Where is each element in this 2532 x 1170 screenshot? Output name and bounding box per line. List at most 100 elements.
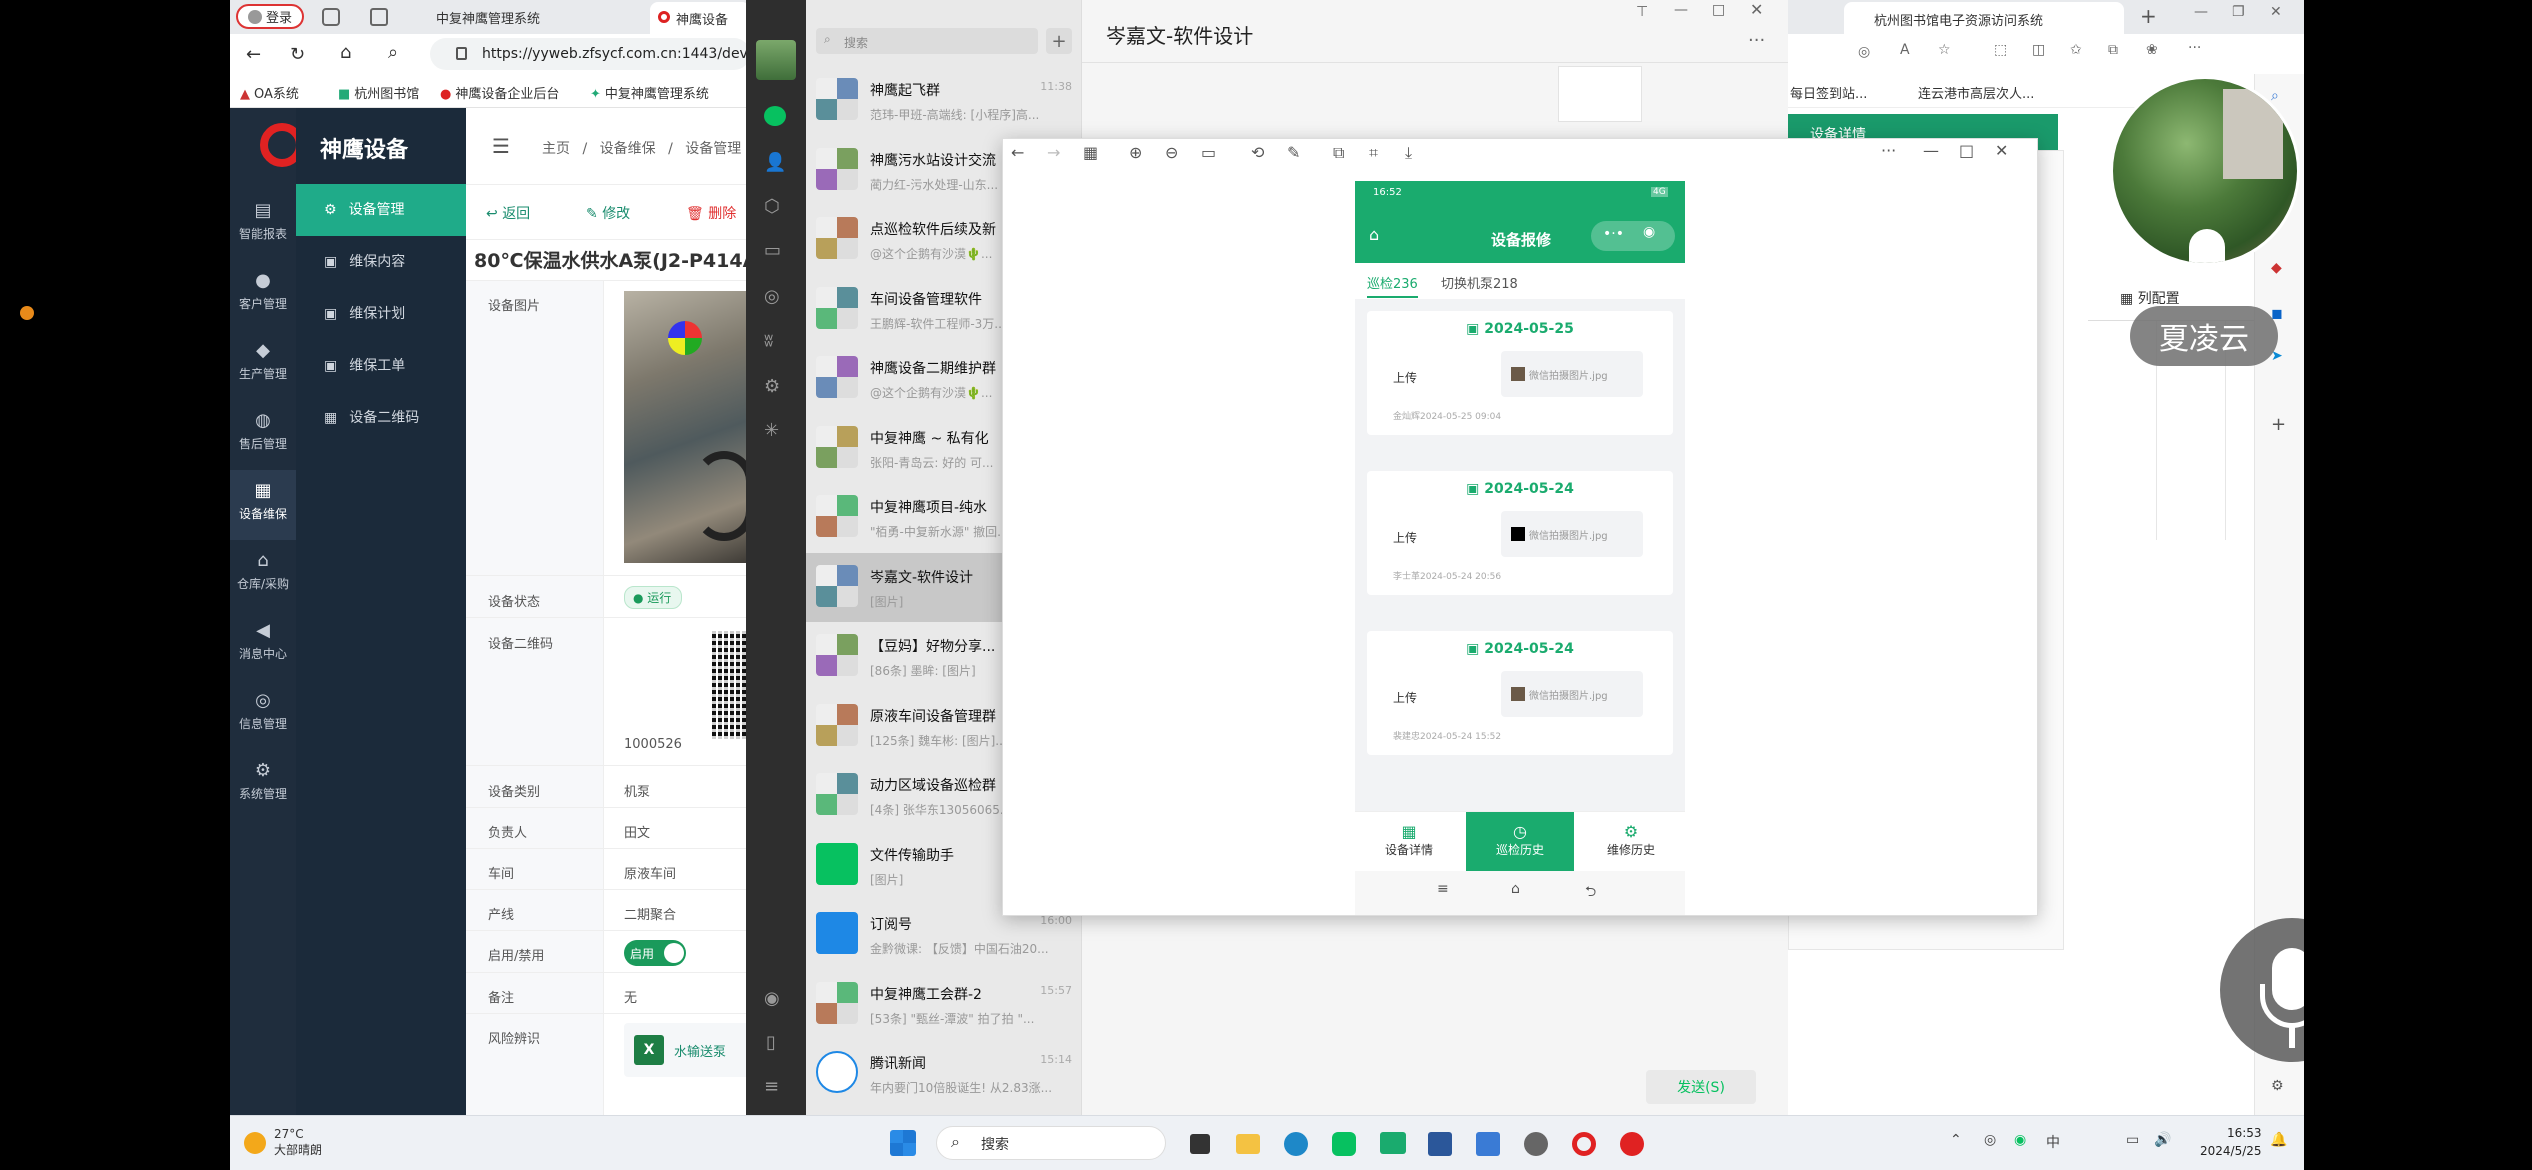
home-icon[interactable]: ⌂ [340, 42, 351, 63]
submenu-item-3[interactable]: ▣ 维保工单 [296, 340, 466, 392]
tab-actions-icon[interactable] [370, 8, 388, 26]
menu-icon[interactable]: ≡ [764, 1076, 779, 1097]
scan-icon[interactable]: ⌗ [1369, 143, 1378, 163]
breadcrumb-home[interactable]: 主页 [542, 141, 570, 157]
risk-file-link[interactable]: X 水输送泵 [624, 1023, 750, 1077]
taskbar-search[interactable]: ⌕ 搜索 [936, 1126, 1166, 1160]
browser-tab-2[interactable]: 神鹰设备 [650, 2, 750, 34]
zoom-out-icon[interactable]: ⊖ [1165, 143, 1178, 162]
breadcrumb-maintenance[interactable]: 设备维保 [600, 141, 656, 157]
split-icon[interactable]: ◫ [2032, 42, 2045, 58]
start-button[interactable] [890, 1130, 916, 1156]
clock[interactable]: 16:53 2024/5/25 [2200, 1124, 2262, 1160]
word-icon[interactable] [1428, 1132, 1452, 1156]
chat-list-item[interactable]: 中复神鹰工会群-2 [53条] "甄丝-潭波" 拍了拍 "... 15:57 [806, 970, 1082, 1040]
menu-toggle-icon[interactable]: ☰ [492, 134, 510, 158]
browser-tab-1[interactable]: 中复神鹰管理系统 [410, 2, 640, 32]
submenu-item-0[interactable]: ⚙ 设备管理 [296, 184, 466, 236]
minimize-icon[interactable]: — [1674, 2, 1688, 18]
window-restore-icon[interactable]: ❐ [2232, 4, 2245, 20]
copilot-icon[interactable]: ❀ [2146, 42, 2158, 58]
monitor-icon[interactable] [1380, 1132, 1406, 1154]
tray-input-icon[interactable]: 中 [2046, 1132, 2060, 1152]
new-tab-icon[interactable]: + [2140, 4, 2157, 28]
collections-icon[interactable]: ⧉ [2108, 42, 2118, 58]
inspection-record-card[interactable]: ▣ 2024-05-25 上传 微信拍摄图片.jpg 金灿辉2024-05-25 09… [1367, 311, 1673, 435]
favorites-icon[interactable]: ✩ [2070, 42, 2082, 58]
enable-toggle[interactable]: 启用 [624, 940, 686, 966]
qr-code-image[interactable] [712, 631, 750, 739]
side-icon-item-1[interactable]: ● 客户管理 [230, 260, 296, 330]
window-close-icon[interactable]: ✕ [2270, 4, 2282, 20]
side-icon-item-5[interactable]: ⌂ 仓库/采购 [230, 540, 296, 610]
favorite-star-icon[interactable]: ☆ [1938, 42, 1951, 58]
viewer-minimize-icon[interactable]: — [1923, 141, 1939, 160]
back-arrow-icon[interactable]: ← [246, 44, 261, 65]
submenu-item-4[interactable]: ▦ 设备二维码 [296, 392, 466, 444]
edge-icon[interactable] [1284, 1132, 1308, 1156]
notification-bell-icon[interactable]: 🔔 [2270, 1132, 2287, 1148]
bookmark-oa[interactable]: ▲ OA系统 [240, 83, 299, 102]
viewer-maximize-icon[interactable]: □ [1959, 141, 1974, 160]
bookmark-checkin[interactable]: 每日签到站... [1790, 83, 1867, 102]
read-aloud-icon[interactable]: A [1900, 42, 1910, 58]
settings-icon[interactable]: ⚙ [2271, 1078, 2284, 1094]
search-icon[interactable]: ⌕ [388, 42, 398, 63]
pin-icon[interactable]: ⊤ [1636, 4, 1648, 20]
send-button[interactable]: 发送(S) [1646, 1070, 1756, 1104]
folder-icon[interactable]: ▭ [764, 240, 781, 261]
zoom-in-icon[interactable]: ⊕ [1129, 143, 1142, 162]
side-icon-item-4[interactable]: ▦ 设备维保 [230, 470, 296, 540]
contacts-icon[interactable]: 👤 [764, 152, 786, 173]
column-config-button[interactable]: ▦ 列配置 [2120, 288, 2180, 308]
whiteboard-icon[interactable] [1476, 1132, 1500, 1156]
android-home-icon[interactable]: ⌂ [1511, 881, 1520, 897]
phone-icon[interactable]: ▯ [766, 1032, 776, 1053]
side-icon-item-2[interactable]: ◆ 生产管理 [230, 330, 296, 400]
android-back-icon[interactable]: ⮌ [1585, 881, 1596, 905]
rotate-icon[interactable]: ⟲ [1251, 143, 1264, 162]
bookmark-device-admin[interactable]: ● 神鹰设备企业后台 [440, 83, 559, 102]
recorder-icon[interactable] [1620, 1132, 1644, 1156]
tray-network-icon[interactable]: ▭ [2126, 1132, 2139, 1148]
miniprogram-icon[interactable]: ⚙ [764, 376, 780, 397]
webcam-bubble[interactable] [2110, 76, 2300, 266]
nav-device-detail[interactable]: ▦ 设备详情 [1355, 812, 1463, 872]
login-button[interactable]: 登录 [236, 4, 304, 29]
back-button[interactable]: ↩ 返回 [486, 203, 530, 223]
side-icon-item-8[interactable]: ⚙ 系统管理 [230, 750, 296, 820]
device-photo[interactable] [624, 291, 750, 563]
wechat-taskbar-icon[interactable] [1332, 1132, 1356, 1156]
image-message-thumb[interactable] [1558, 66, 1642, 122]
tray-wechat-icon[interactable]: ◉ [2014, 1132, 2026, 1148]
bookmark-management[interactable]: ✦ 中复神鹰管理系统 [590, 83, 709, 102]
settings-icon[interactable] [1524, 1132, 1548, 1156]
chat-icon[interactable] [764, 106, 786, 126]
add-chat-button[interactable]: + [1046, 28, 1072, 54]
close-icon[interactable]: ✕ [1750, 0, 1763, 19]
channels-icon[interactable]: ʬ [764, 330, 773, 351]
side-icon-item-7[interactable]: ◎ 信息管理 [230, 680, 296, 750]
extensions-icon[interactable]: ⬚ [1994, 42, 2007, 58]
miniprogram-capsule[interactable]: •·• ◉ [1591, 221, 1675, 251]
nav-repair-history[interactable]: ⚙ 维修历史 [1577, 812, 1685, 872]
browser-tab-3[interactable]: 杭州图书馆电子资源访问系统 [1844, 2, 2124, 34]
miniprogram-panel-icon[interactable]: ◉ [764, 988, 780, 1009]
phone-tab-inspection[interactable]: 巡检236 [1367, 273, 1418, 298]
record-file[interactable]: 微信拍摄图片.jpg [1501, 511, 1643, 557]
recent-apps-icon[interactable]: ≡ [1437, 881, 1449, 897]
phone-tab-switch[interactable]: 切换机泵218 [1441, 273, 1518, 292]
edit-icon[interactable]: ✎ [1287, 143, 1300, 162]
side-icon-item-3[interactable]: ◍ 售后管理 [230, 400, 296, 470]
chat-list-item[interactable]: 腾讯新闻 年内要门10倍股诞生! 从2.83涨... 15:14 [806, 1039, 1082, 1109]
search-feature-icon[interactable]: ✳ [764, 420, 779, 441]
shopping-icon[interactable]: ◆ [2271, 260, 2282, 276]
maximize-icon[interactable]: □ [1712, 2, 1725, 18]
inspection-record-card[interactable]: ▣ 2024-05-24 上传 微信拍摄图片.jpg 裴建忠2024-05-24 15… [1367, 631, 1673, 755]
window-minimize-icon[interactable]: — [2194, 4, 2208, 20]
address-bar[interactable]: https://yyweb.zfsycf.com.cn:1443/device [430, 38, 750, 70]
record-file[interactable]: 微信拍摄图片.jpg [1501, 671, 1643, 717]
submenu-item-1[interactable]: ▣ 维保内容 [296, 236, 466, 288]
delete-button[interactable]: 🗑 删除 [686, 203, 736, 223]
moments-icon[interactable]: ◎ [764, 286, 780, 307]
